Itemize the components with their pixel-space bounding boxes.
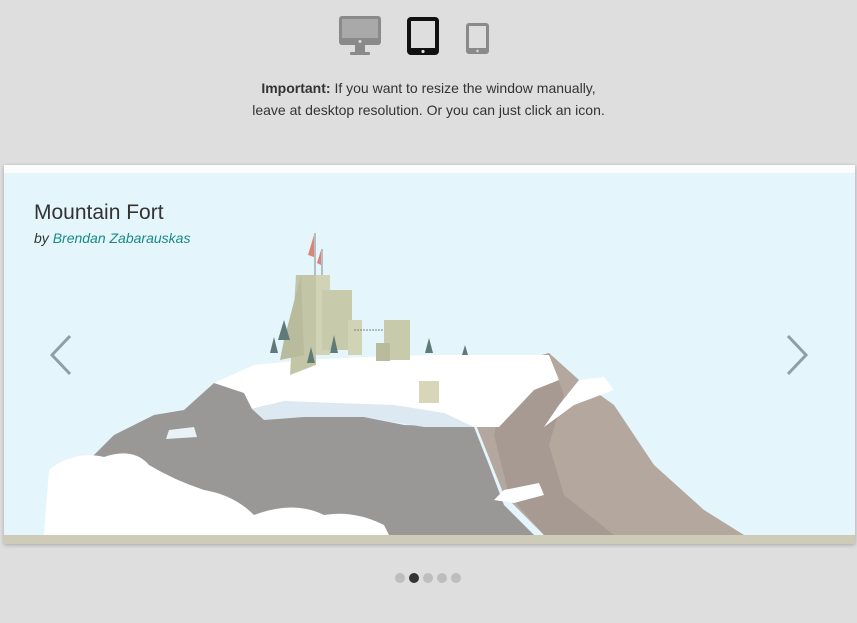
desktop-monitor-icon (339, 16, 381, 55)
slider-pagination (395, 573, 461, 583)
tree-6 (462, 345, 468, 355)
pagination-dot-4[interactable] (437, 573, 447, 583)
next-slide-button[interactable] (782, 333, 812, 377)
chevron-left-icon (49, 334, 72, 376)
notice-strong: Important: (261, 80, 331, 96)
castle-wall-1 (322, 290, 352, 350)
slide-title: Mountain Fort (34, 201, 164, 224)
ground-strip (4, 535, 855, 544)
pagination-dot-1[interactable] (395, 573, 405, 583)
resize-notice: Important: If you want to resize the win… (0, 77, 857, 121)
tablet-view-button[interactable] (405, 15, 443, 57)
castle-gate (376, 343, 390, 361)
byline-prefix: by (34, 230, 49, 246)
chevron-right-icon (786, 334, 809, 376)
desktop-view-button[interactable] (338, 15, 382, 57)
castle-wall-2 (348, 320, 362, 355)
notice-line-2: leave at desktop resolution. Or you can … (252, 102, 605, 118)
notice-line-1: Important: If you want to resize the win… (0, 77, 857, 99)
image-slider: Mountain Fort by Brendan Zabarauskas (4, 165, 855, 544)
flag-1 (308, 235, 314, 257)
pagination-dot-3[interactable] (423, 573, 433, 583)
flag-2 (317, 250, 321, 265)
castle-outpost (419, 381, 439, 403)
previous-slide-button[interactable] (46, 333, 76, 377)
device-switcher (0, 0, 857, 70)
tablet-icon (407, 17, 439, 55)
pagination-dot-5[interactable] (451, 573, 461, 583)
phone-view-button[interactable] (465, 22, 491, 56)
notice-text-1: If you want to resize the window manuall… (334, 80, 596, 96)
pagination-dot-2[interactable] (409, 573, 419, 583)
tree-5 (425, 338, 433, 353)
phone-icon (466, 23, 489, 54)
slide-byline: by Brendan Zabarauskas (34, 230, 190, 246)
author-link[interactable]: Brendan Zabarauskas (53, 230, 191, 246)
tree-2 (270, 337, 278, 353)
castle-tower-left (280, 275, 304, 360)
